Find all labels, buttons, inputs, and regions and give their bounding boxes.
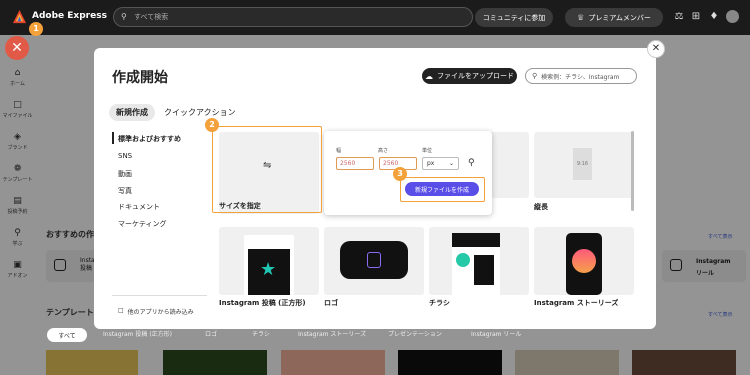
import-label: 他のアプリから読み込み (127, 309, 194, 316)
close-create-button[interactable]: ✕ (5, 36, 29, 60)
flyer-label: チラシ (429, 299, 450, 307)
filter-all[interactable]: すべて (47, 328, 87, 342)
category-standard[interactable]: 標準およびおすすめ (118, 134, 181, 144)
filter-presentation[interactable]: プレゼンテーション (388, 329, 442, 338)
logo-card[interactable] (324, 227, 424, 295)
upload-file-button[interactable]: ☁ ファイルをアップロード (422, 68, 517, 84)
brand-name: Adobe Express (32, 11, 107, 21)
width-input[interactable]: 2560 (336, 157, 374, 170)
import-from-apps-link[interactable]: □ 他のアプリから読み込み (118, 307, 194, 316)
category-sns[interactable]: SNS (118, 152, 132, 160)
filter-instagram-stories[interactable]: Instagram ストーリーズ (298, 329, 366, 338)
portrait-card[interactable]: 9:16 (534, 132, 634, 198)
search-icon: ⚲ (121, 12, 127, 21)
instagram-stories-label: Instagram ストーリーズ (534, 299, 619, 307)
flyer-card[interactable] (429, 227, 529, 295)
filter-logo[interactable]: ロゴ (205, 329, 217, 338)
adobe-express-logo-icon[interactable] (12, 9, 27, 24)
star-icon: ★ (260, 259, 277, 280)
modal-title: 作成開始 (112, 70, 168, 86)
flask-icon[interactable]: ⚖ (673, 11, 685, 23)
import-icon: □ (118, 307, 124, 314)
global-search-input[interactable]: ⚲ すべて検索 (113, 7, 473, 27)
step-badge-3: 3 (393, 167, 407, 181)
search-placeholder: すべて検索 (134, 13, 169, 21)
apps-grid-icon[interactable]: ⊞ (690, 11, 702, 23)
portrait-ratio-preview: 9:16 (573, 148, 592, 180)
instagram-post-preview: ★ (244, 235, 294, 295)
premium-button-label: プレミアムメンバー (588, 13, 651, 22)
category-marketing[interactable]: マーケティング (118, 219, 166, 229)
category-divider (112, 295, 207, 296)
upload-file-button-label: ファイルをアップロード (437, 72, 514, 80)
lock-icon[interactable]: ⚲ (468, 158, 475, 168)
crown-icon: ♕ (577, 13, 585, 22)
unit-select-value: px (427, 160, 435, 167)
modal-search-input[interactable]: ⚲ 検索例：チラシ、Instagram (525, 68, 637, 84)
highlight-custom-size (212, 126, 322, 213)
tab-new[interactable]: 新規作成 (109, 104, 155, 121)
logo-label: ロゴ (324, 299, 338, 307)
filter-instagram-post[interactable]: Instagram 投稿 (正方形) (103, 329, 172, 338)
flyer-badge-shape (456, 253, 470, 267)
flyer-photo (474, 255, 494, 285)
modal-search-placeholder: 検索例：チラシ、Instagram (541, 73, 620, 81)
instagram-post-card[interactable]: ★ (219, 227, 319, 295)
step-badge-1: 1 (29, 22, 43, 36)
close-icon: ✕ (11, 40, 23, 56)
cloud-upload-icon: ☁ (425, 71, 433, 81)
width-label: 幅 (336, 148, 342, 154)
close-icon: ✕ (651, 43, 661, 54)
community-button-label: コミュニティに参加 (482, 13, 546, 22)
stories-gradient-circle (572, 249, 596, 273)
highlight-create-button (400, 177, 485, 202)
premium-button[interactable]: ♕ プレミアムメンバー (565, 8, 663, 27)
stories-preview (566, 233, 602, 295)
height-label: 高さ (378, 148, 389, 154)
filter-instagram-reels[interactable]: Instagram リール (471, 329, 521, 338)
unit-select[interactable]: px ⌄ (422, 157, 459, 170)
avatar[interactable] (726, 10, 739, 23)
search-icon: ⚲ (532, 72, 538, 80)
category-photo[interactable]: 写真 (118, 186, 132, 196)
community-button[interactable]: コミュニティに参加 (475, 8, 553, 27)
top-bar: Adobe Express ⚲ すべて検索 コミュニティに参加 ♕ プレミアムメ… (0, 0, 750, 35)
tab-quick-actions[interactable]: クイックアクション (164, 104, 236, 121)
flyer-preview (452, 233, 500, 295)
size-popup: 幅 高さ 単位 2560 2560 px ⌄ ⚲ (324, 131, 492, 215)
portrait-label: 縦長 (534, 203, 548, 211)
category-document[interactable]: ドキュメント (118, 202, 160, 212)
instagram-stories-card[interactable] (534, 227, 634, 295)
logo-preview (340, 241, 408, 279)
bell-icon[interactable]: ♦ (708, 11, 720, 23)
modal-scrollbar[interactable] (631, 131, 634, 211)
unit-label: 単位 (422, 148, 433, 154)
step-badge-2: 2 (205, 118, 219, 132)
chevron-down-icon: ⌄ (448, 160, 454, 167)
modal-close-button[interactable]: ✕ (647, 40, 665, 58)
flyer-header (452, 233, 500, 247)
instagram-post-image: ★ (248, 249, 290, 295)
logo-b-icon (367, 252, 381, 268)
instagram-post-label: Instagram 投稿 (正方形) (219, 299, 306, 307)
filter-flyer[interactable]: チラシ (252, 329, 270, 338)
category-video[interactable]: 動画 (118, 169, 132, 179)
category-active-indicator (112, 132, 114, 144)
